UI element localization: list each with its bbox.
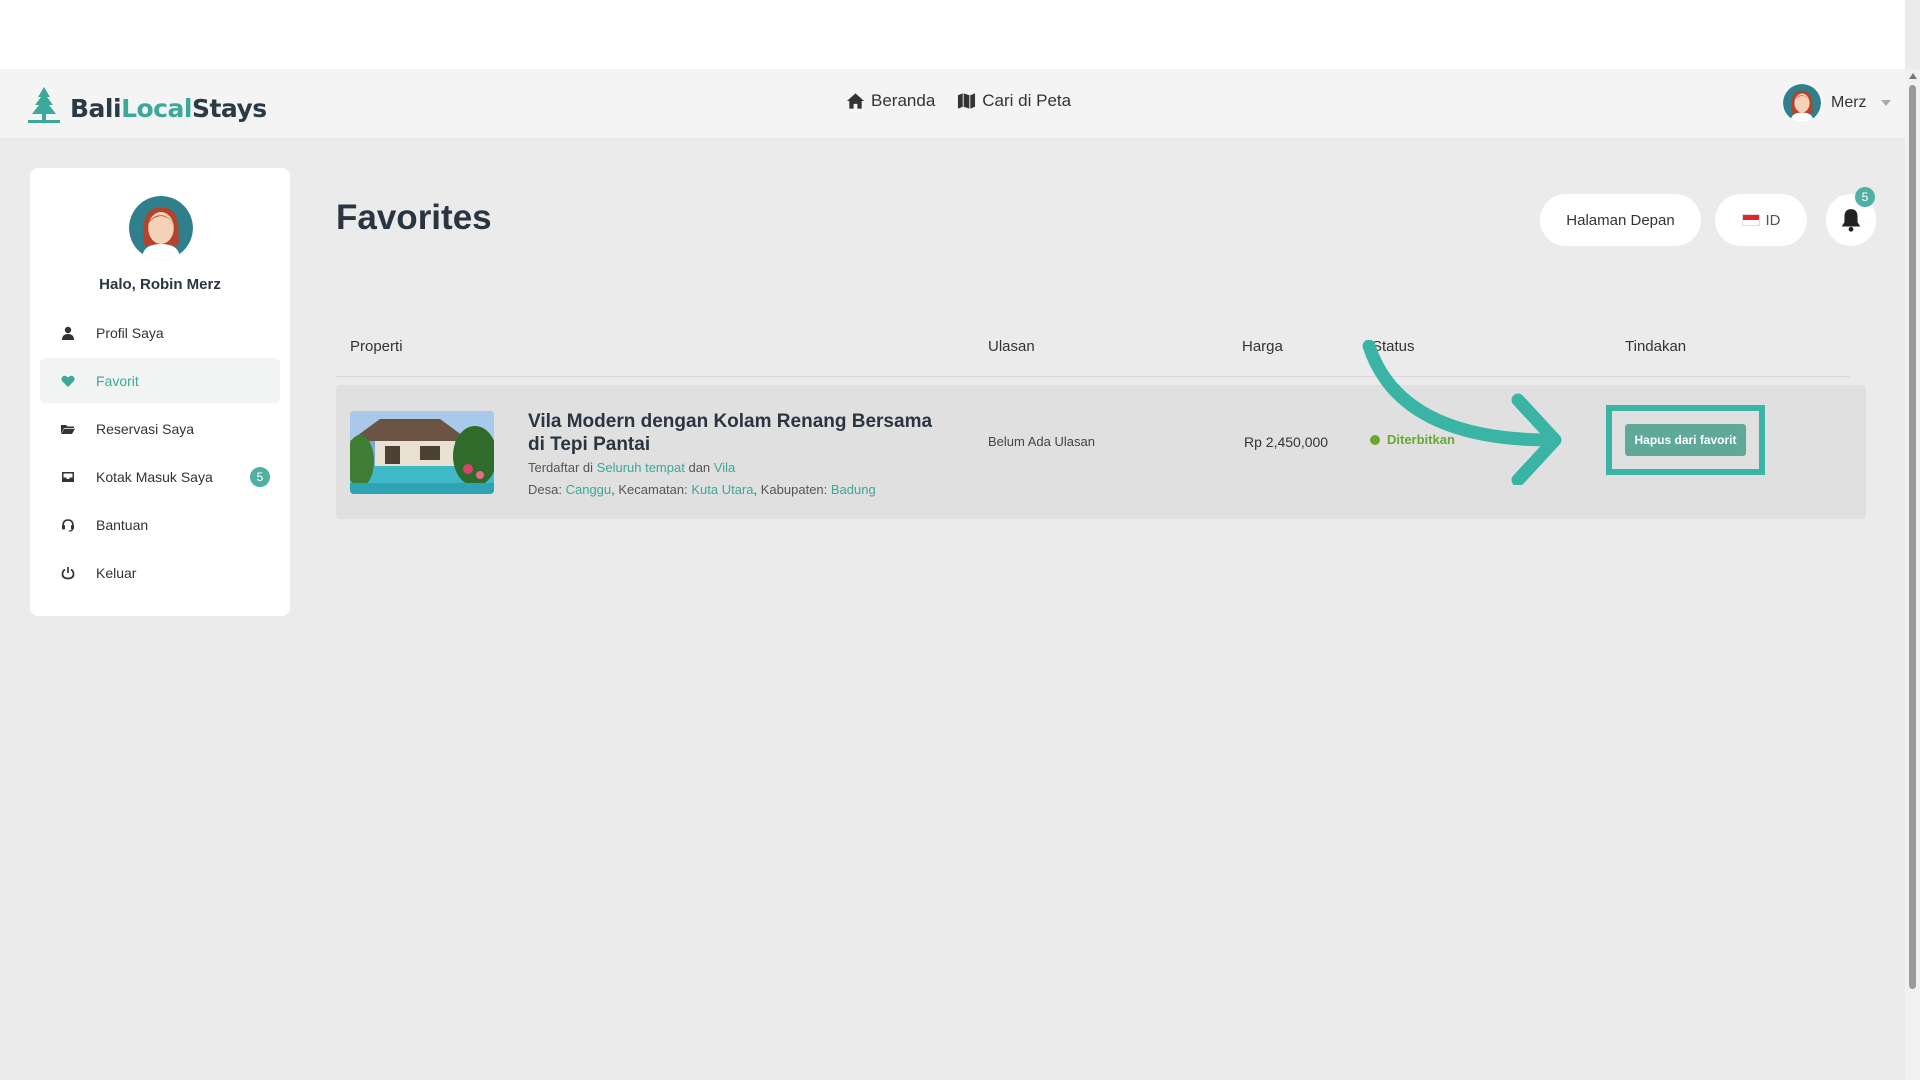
language-selector[interactable]: ID xyxy=(1715,194,1807,246)
sidebar-item-reservations[interactable]: Reservasi Saya xyxy=(40,406,280,451)
scroll-up-icon[interactable] xyxy=(1909,73,1917,79)
listed-prefix: Terdaftar di xyxy=(528,460,594,475)
user-icon xyxy=(60,325,76,341)
listed-conjunction: dan xyxy=(688,460,711,475)
page-scrollbar[interactable] xyxy=(1905,69,1920,1080)
property-thumbnail[interactable] xyxy=(350,411,494,494)
sidebar-item-logout[interactable]: Keluar xyxy=(40,550,280,595)
page-title: Favorites xyxy=(336,198,492,237)
column-header-property: Properti xyxy=(350,338,403,355)
kecamatan-link[interactable]: Kuta Utara xyxy=(691,482,753,497)
desa-link[interactable]: Canggu xyxy=(566,482,612,497)
sidebar-item-profile[interactable]: Profil Saya xyxy=(40,310,280,355)
folder-icon xyxy=(60,421,76,437)
property-title[interactable]: Vila Modern dengan Kolam Renang Bersama … xyxy=(528,410,948,456)
user-greeting: Halo, Robin Merz xyxy=(99,276,221,293)
column-header-status: Status xyxy=(1372,338,1415,355)
listed-type-link[interactable]: Vila xyxy=(714,460,735,475)
inbox-icon xyxy=(60,469,76,485)
sidebar-item-label: Keluar xyxy=(96,564,137,581)
sidebar-item-label: Favorit xyxy=(96,372,139,389)
sidebar-menu: Profil Saya Favorit Reservasi Saya Kotak… xyxy=(40,310,280,598)
sidebar-item-label: Kotak Masuk Saya xyxy=(96,468,213,485)
map-icon xyxy=(958,93,976,109)
heart-icon xyxy=(60,373,76,389)
scrollbar-thumb[interactable] xyxy=(1909,85,1916,989)
browser-top-strip xyxy=(0,0,1905,69)
sidebar-item-label: Profil Saya xyxy=(96,324,164,341)
property-reviews: Belum Ada Ulasan xyxy=(988,434,1095,449)
property-location-info: Desa: Canggu, Kecamatan: Kuta Utara, Kab… xyxy=(528,482,876,497)
notification-count-badge: 5 xyxy=(1855,187,1875,207)
brand-name: BaliLocalStays xyxy=(70,94,267,123)
home-page-button[interactable]: Halaman Depan xyxy=(1540,194,1701,246)
desa-label: Desa: xyxy=(528,482,562,497)
sidebar-item-label: Bantuan xyxy=(96,516,149,533)
power-icon xyxy=(60,565,76,581)
status-dot-icon xyxy=(1370,434,1380,445)
avatar xyxy=(1783,84,1821,122)
sidebar-item-favorites[interactable]: Favorit xyxy=(40,358,280,403)
sidebar-item-inbox[interactable]: Kotak Masuk Saya 5 xyxy=(40,454,280,499)
property-listing-info: Terdaftar di Seluruh tempat dan Vila xyxy=(528,460,735,475)
kabupaten-label: , Kabupaten: xyxy=(753,482,828,497)
nav-home-label: Beranda xyxy=(871,91,936,110)
column-header-reviews: Ulasan xyxy=(988,338,1035,355)
kecamatan-label: , Kecamatan: xyxy=(611,482,688,497)
bell-icon xyxy=(1841,209,1861,232)
property-price: Rp 2,450,000 xyxy=(1244,434,1329,450)
column-header-price: Harga xyxy=(1242,338,1283,355)
nav-map-label: Cari di Peta xyxy=(982,91,1072,110)
temple-icon xyxy=(28,87,60,123)
status-badge: Diterbitkan xyxy=(1370,432,1455,447)
column-header-actions: Tindakan xyxy=(1625,338,1687,355)
nav-map-link[interactable]: Cari di Peta xyxy=(957,91,1071,111)
chevron-down-icon xyxy=(1880,100,1891,106)
profile-avatar xyxy=(129,196,193,260)
headset-icon xyxy=(60,517,76,533)
home-page-button-label: Halaman Depan xyxy=(1566,211,1675,229)
status-label: Diterbitkan xyxy=(1387,432,1455,447)
sidebar-item-label: Reservasi Saya xyxy=(96,420,195,437)
nav-home-link[interactable]: Beranda xyxy=(846,91,935,111)
home-icon xyxy=(846,93,865,109)
user-menu[interactable]: Merz xyxy=(1783,84,1891,122)
indonesia-flag-icon xyxy=(1741,214,1760,226)
account-sidebar: Halo, Robin Merz Profil Saya Favorit Res… xyxy=(30,168,290,616)
remove-from-favorites-button[interactable]: Hapus dari favorit xyxy=(1625,424,1746,456)
inbox-count-badge: 5 xyxy=(250,467,270,487)
listed-location-link[interactable]: Seluruh tempat xyxy=(597,460,685,475)
kabupaten-link[interactable]: Badung xyxy=(831,482,876,497)
top-navbar: BaliLocalStays Beranda Cari di Peta Merz xyxy=(0,69,1905,138)
table-header-divider xyxy=(336,376,1850,377)
user-name: Merz xyxy=(1831,94,1867,111)
language-label: ID xyxy=(1765,211,1781,229)
brand-logo[interactable]: BaliLocalStays xyxy=(24,85,267,125)
main-nav: Beranda Cari di Peta xyxy=(846,91,1071,111)
sidebar-item-help[interactable]: Bantuan xyxy=(40,502,280,547)
